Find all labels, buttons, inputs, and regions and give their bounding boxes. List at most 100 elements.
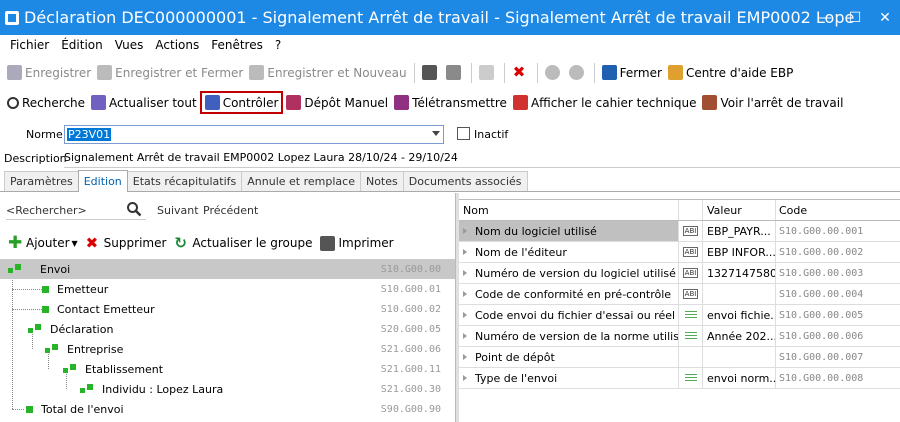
tab-bar: Paramètres Edition Etats récapitulatifs …	[0, 170, 900, 192]
check-button[interactable]: Contrôler	[199, 91, 284, 114]
refresh-group-button[interactable]: ↻ Actualiser le groupe	[174, 235, 312, 251]
search-icon[interactable]	[126, 201, 142, 217]
norme-label: Norme	[26, 127, 63, 141]
work-stop-icon	[702, 95, 718, 110]
header-nom[interactable]: Nom	[459, 200, 679, 220]
expand-icon[interactable]	[463, 312, 467, 318]
header-code[interactable]: Code	[776, 200, 900, 220]
print-tree-button[interactable]: Imprimer	[320, 235, 394, 251]
print-button[interactable]	[419, 61, 443, 84]
copy-button[interactable]	[476, 61, 500, 84]
pdf-icon	[512, 95, 528, 110]
tab-edition[interactable]: Edition	[77, 170, 128, 192]
save-new-button[interactable]: Enregistrer et Nouveau	[246, 61, 409, 84]
next-record-button[interactable]	[566, 61, 590, 84]
tab-notes[interactable]: Notes	[359, 171, 404, 191]
table-row[interactable]: Type de l'envoi envoi norm... S10.G00.00…	[459, 368, 900, 389]
menu-bar: Fichier Édition Vues Actions Fenêtres ?	[0, 35, 900, 55]
tree-node[interactable]: Envoi S10.G00.00	[0, 259, 455, 279]
manual-deposit-button[interactable]: Dépôt Manuel	[283, 91, 391, 114]
app-window: Déclaration DEC000000001 - Signalement A…	[0, 0, 900, 422]
tree-node[interactable]: Etablissement S21.G00.11	[0, 359, 455, 379]
table-row[interactable]: Numéro de version du logiciel utilisé AB…	[459, 263, 900, 284]
teletransmit-icon	[394, 95, 410, 110]
list-icon	[684, 310, 697, 320]
expand-icon[interactable]	[463, 375, 467, 381]
save-new-icon	[249, 65, 265, 80]
tab-annule-et-remplace[interactable]: Annule et remplace	[241, 171, 361, 191]
view-stop-button[interactable]: Voir l'arrêt de travail	[699, 91, 846, 114]
separator	[536, 62, 538, 83]
search-button[interactable]: Recherche	[4, 91, 88, 114]
next-link[interactable]: Suivant	[157, 204, 199, 217]
table-row[interactable]: Code de conformité en pré-contrôle ABI S…	[459, 284, 900, 305]
printer-icon	[421, 65, 437, 80]
menu-actions[interactable]: Actions	[149, 38, 205, 52]
expand-icon[interactable]	[463, 228, 467, 234]
menu-fenetres[interactable]: Fenêtres	[205, 38, 269, 52]
add-button[interactable]: ✚ Ajouter ▼	[8, 232, 78, 253]
table-row[interactable]: Nom de l'éditeur ABI EBP INFOR... S10.G0…	[459, 242, 900, 263]
group-icon	[8, 264, 22, 274]
tab-documents-associes[interactable]: Documents associés	[402, 171, 528, 191]
delete-button[interactable]: ✖ Supprimer	[86, 235, 167, 251]
deposit-doc-icon	[286, 95, 302, 110]
help-center-button[interactable]: Centre d'aide EBP	[665, 61, 796, 84]
menu-help[interactable]: ?	[269, 38, 287, 52]
tree-node[interactable]: Individu : Lopez Laura S21.G00.30	[0, 379, 455, 399]
save-icon	[7, 65, 22, 80]
expand-icon[interactable]	[463, 291, 467, 297]
table-row[interactable]: Point de dépôt S10.G00.00.007	[459, 347, 900, 368]
previous-link[interactable]: Précédent	[203, 204, 258, 217]
leaf-icon	[42, 305, 49, 313]
tree-node[interactable]: Contact Emetteur S10.G00.02	[0, 299, 455, 319]
expand-icon[interactable]	[463, 333, 467, 339]
plus-icon: ✚	[8, 232, 23, 253]
description-field[interactable]: Signalement Arrêt de travail EMP0002 Lop…	[64, 148, 900, 168]
list-icon	[684, 373, 697, 383]
chevron-down-icon[interactable]	[432, 131, 440, 136]
expand-icon[interactable]	[463, 249, 467, 255]
header-valeur[interactable]: Valeur	[703, 200, 776, 220]
norme-combobox[interactable]: P23V01	[64, 125, 444, 144]
menu-edition[interactable]: Édition	[55, 38, 109, 52]
print-preview-button[interactable]	[443, 61, 467, 84]
norme-value: P23V01	[67, 128, 112, 141]
tree-node[interactable]: Entreprise S21.G00.06	[0, 339, 455, 359]
show-spec-button[interactable]: Afficher le cahier technique	[510, 91, 700, 114]
delete-record-button[interactable]: ✖	[509, 61, 533, 84]
menu-fichier[interactable]: Fichier	[4, 38, 55, 52]
table-row[interactable]: Code envoi du fichier d'essai ou réel en…	[459, 305, 900, 326]
tab-etats-recapitulatifs[interactable]: Etats récapitulatifs	[126, 171, 243, 191]
refresh-all-button[interactable]: Actualiser tout	[88, 91, 200, 114]
arrow-right-icon	[568, 65, 584, 80]
printer-icon	[320, 235, 336, 251]
close-window-button[interactable]: ✕	[870, 0, 900, 35]
tab-parametres[interactable]: Paramètres	[4, 171, 79, 191]
menu-vues[interactable]: Vues	[109, 38, 150, 52]
teletransmit-button[interactable]: Télétransmettre	[391, 91, 510, 114]
table-row[interactable]: Nom du logiciel utilisé ABI EBP_PAYR... …	[459, 221, 900, 242]
table-row[interactable]: Numéro de version de la norme utilisée A…	[459, 326, 900, 347]
tree-node[interactable]: Déclaration S20.G00.05	[0, 319, 455, 339]
expand-icon[interactable]	[463, 354, 467, 360]
red-x-icon: ✖	[512, 63, 526, 81]
refresh-doc-icon	[91, 95, 107, 110]
inactive-checkbox[interactable]	[457, 127, 470, 140]
search-input[interactable]: <Rechercher>	[6, 202, 146, 220]
save-button[interactable]: Enregistrer	[4, 61, 94, 84]
arrow-left-icon	[544, 65, 560, 80]
tree-node[interactable]: Total de l'envoi S90.G00.90	[0, 399, 455, 419]
previous-record-button[interactable]	[542, 61, 566, 84]
close-button[interactable]: Fermer	[599, 61, 665, 84]
save-close-icon	[97, 65, 113, 80]
expand-icon[interactable]	[463, 270, 467, 276]
text-type-icon: ABI	[682, 268, 699, 278]
maximize-button[interactable]: ☐	[840, 0, 870, 35]
description-label: Description	[4, 151, 67, 165]
group-icon	[45, 344, 59, 354]
minimize-button[interactable]: —	[810, 0, 840, 35]
tree-node[interactable]: Emetteur S10.G00.01	[0, 279, 455, 299]
copy-icon	[478, 65, 494, 80]
save-close-button[interactable]: Enregistrer et Fermer	[94, 61, 246, 84]
